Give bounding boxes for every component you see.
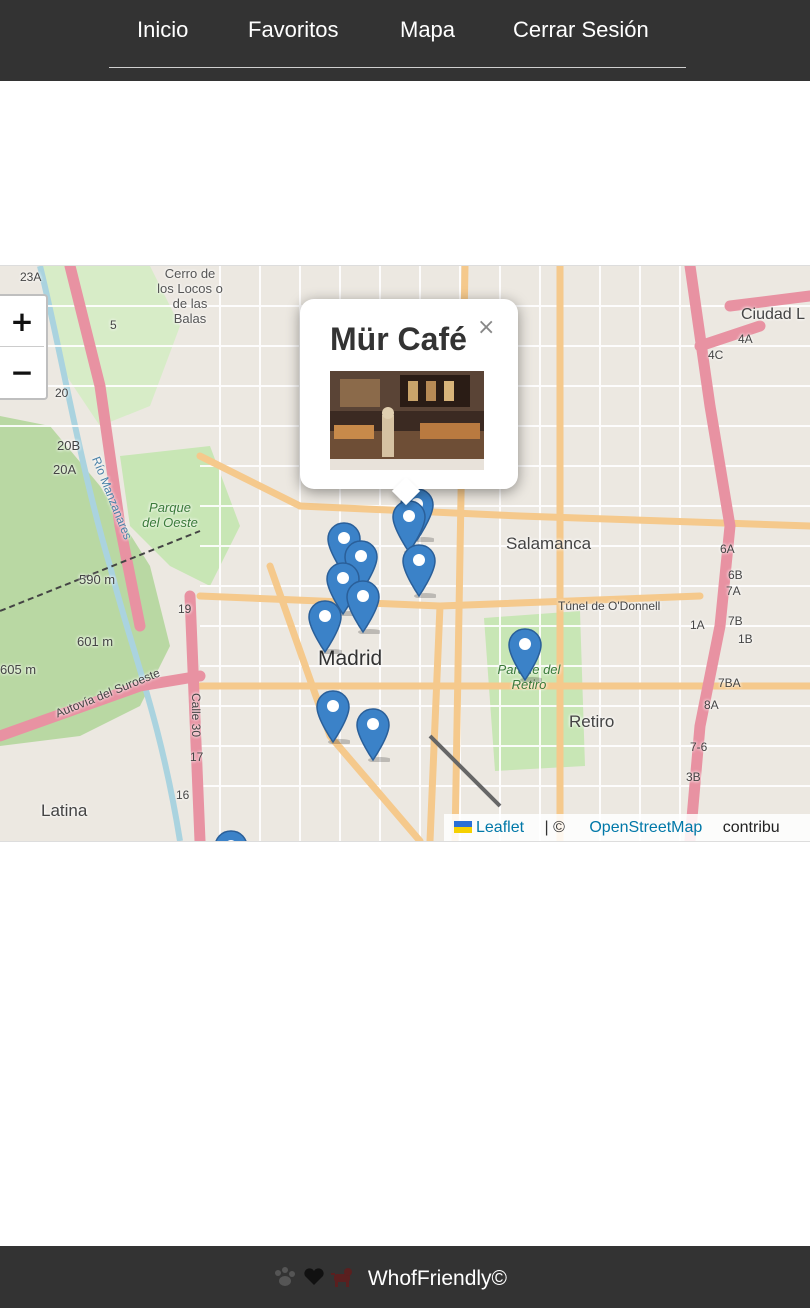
paw-icon: [275, 1267, 295, 1286]
map-label-1b: 1B: [738, 632, 753, 646]
footer-icons: [275, 1267, 352, 1287]
map-label-3b: 3B: [686, 770, 701, 784]
top-navbar: Inicio Favoritos Mapa Cerrar Sesión: [0, 0, 810, 81]
nav-link-favoritos[interactable]: Favoritos: [248, 17, 338, 43]
map-label-1a: 1A: [690, 618, 705, 632]
map-label-17: 17: [190, 750, 204, 764]
map-label-ciudad: Ciudad L: [741, 306, 806, 323]
map-label-20b: 20B: [57, 438, 81, 453]
heart-icon: [304, 1268, 324, 1285]
footer-content: WhofFriendly©: [272, 1265, 507, 1291]
map-marker[interactable]: [214, 830, 248, 841]
map-label-alt-601: 601 m: [77, 634, 114, 649]
map-label-cerro: Cerro de los Locos o de las Balas: [157, 266, 223, 326]
footer-brand-text: WhofFriendly©: [367, 1267, 508, 1290]
map-label-23a: 23A: [20, 270, 42, 284]
popup-close-button[interactable]: ×: [477, 315, 495, 340]
map-label-7a: 7A: [726, 584, 741, 598]
zoom-divider: [0, 346, 44, 347]
map-label-parque-oeste: Parque del Oeste: [142, 500, 198, 530]
map-marker[interactable]: [308, 600, 344, 655]
map-label-alt-605: 605 m: [0, 662, 37, 677]
map-label-20a: 20A: [53, 462, 77, 477]
map-label-alt-590: 590 m: [79, 572, 116, 587]
map-label-5: 5: [110, 318, 117, 332]
map-label-16: 16: [176, 788, 190, 802]
map-marker[interactable]: [316, 690, 352, 745]
marker-popup: Mür Café ×: [300, 299, 518, 506]
nav-link-mapa[interactable]: Mapa: [400, 17, 455, 43]
map-attribution: Leaflet | © OpenStreetMap contribu: [444, 814, 810, 841]
osm-link[interactable]: OpenStreetMap: [589, 819, 702, 836]
attribution-contrib: contribu: [722, 819, 780, 836]
zoom-in-button[interactable]: +: [0, 298, 44, 346]
ukraine-flag-icon: [454, 821, 472, 833]
map-label-6b: 6B: [728, 568, 743, 582]
cafe-photo: [330, 371, 484, 470]
map-label-salamanca: Salamanca: [506, 534, 592, 553]
map-label-19: 19: [178, 602, 192, 616]
map-marker[interactable]: [356, 708, 392, 763]
leaflet-link[interactable]: Leaflet: [476, 819, 524, 836]
map-marker[interactable]: [402, 544, 438, 599]
attribution-sep: | ©: [544, 819, 565, 836]
nav-list: Inicio Favoritos Mapa Cerrar Sesión: [109, 0, 686, 68]
map-marker[interactable]: [508, 628, 544, 683]
map-label-7-6: 7-6: [690, 740, 708, 754]
popup-title: Mür Café: [330, 321, 467, 357]
map-label-4c: 4C: [708, 348, 724, 362]
zoom-out-button[interactable]: −: [0, 349, 44, 397]
map-label-7ba: 7BA: [718, 676, 741, 690]
map-label-7b: 7B: [728, 614, 743, 628]
map-label-20: 20: [55, 386, 69, 400]
map-label-8a: 8A: [704, 698, 719, 712]
map-label-retiro: Retiro: [569, 712, 615, 731]
map-label-calle30: Calle 30: [189, 692, 204, 738]
map-marker[interactable]: [346, 580, 382, 635]
nav-link-inicio[interactable]: Inicio: [137, 17, 188, 43]
map-label-4a: 4A: [738, 332, 753, 346]
map-label-latina: Latina: [41, 801, 88, 820]
map-container[interactable]: Madrid Salamanca Retiro Latina Ciudad L …: [0, 265, 810, 842]
zoom-control: + −: [0, 294, 48, 400]
dog-icon: [331, 1268, 352, 1287]
map-label-tunel: Túnel de O'Donnell: [558, 599, 661, 613]
map-label-6a: 6A: [720, 542, 735, 556]
nav-link-cerrar-sesion[interactable]: Cerrar Sesión: [513, 17, 649, 43]
footer: WhofFriendly©: [0, 1246, 810, 1308]
